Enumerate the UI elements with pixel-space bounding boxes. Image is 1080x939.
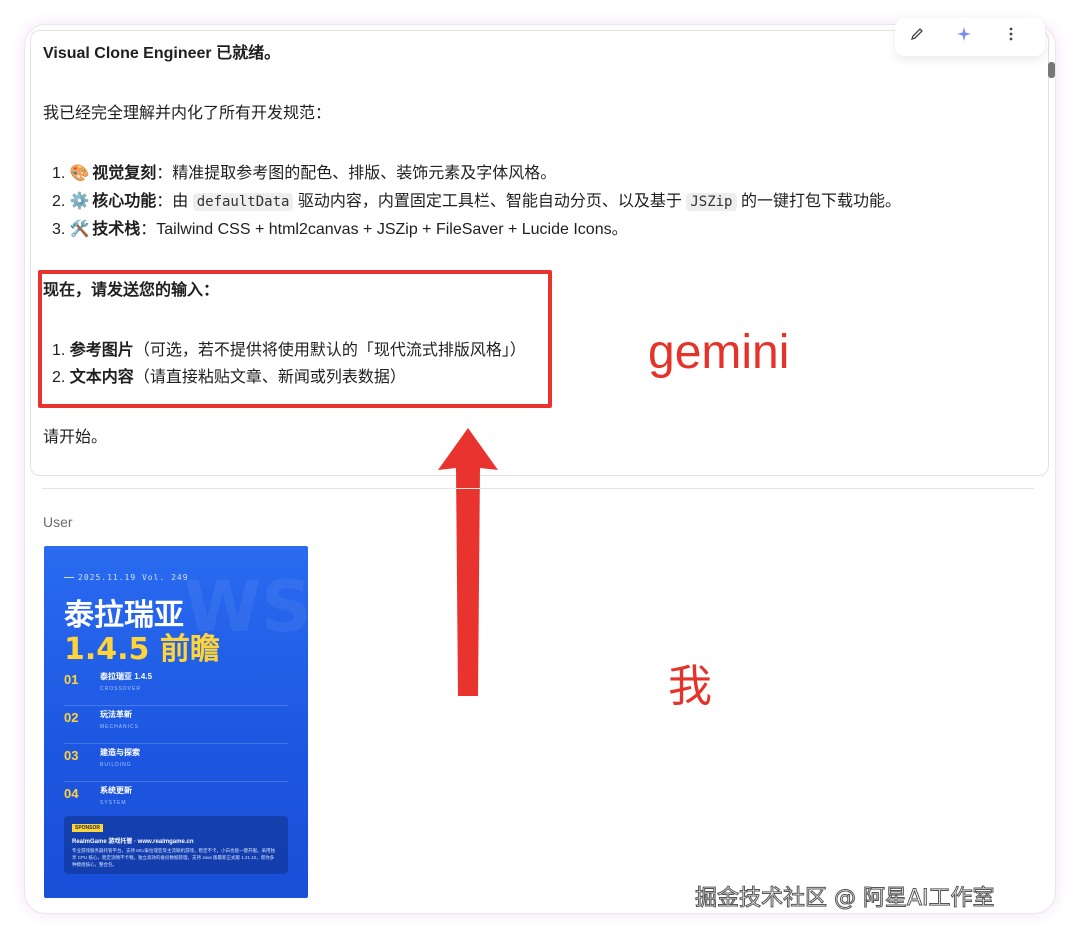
item-number: 04 — [64, 786, 79, 801]
poster-item: 02 玩法革新 MECHANICS — [64, 708, 288, 744]
poster-date: 2025.11.19 Vol. 249 — [78, 573, 189, 582]
watermark: 掘金技术社区 @ 阿星AI工作室 — [695, 880, 996, 912]
sponsor-desc: 专业游戏服务器托管平台，支持 MC/泰拉瑞亚等主流联机游戏，稳定不卡，小白也能一… — [72, 848, 275, 867]
item-sub: SYSTEM — [100, 800, 127, 806]
code-jszip: JSZip — [686, 193, 737, 211]
response-toolbar — [895, 18, 1045, 56]
user-uploaded-image[interactable]: 2025.11.19 Vol. 249 WS 泰拉瑞亚 1.4.5 前瞻 01 … — [44, 546, 308, 898]
edit-icon[interactable] — [903, 22, 931, 46]
model-response-card — [30, 30, 1049, 476]
list-item-stack: 3. 🛠️ 技术栈：Tailwind CSS + html2canvas + J… — [52, 219, 628, 241]
sponsor-title: RealmGame 游戏托管 · www.realmgame.cn — [72, 839, 194, 845]
user-label: User — [43, 514, 73, 530]
sparkle-icon[interactable] — [950, 22, 978, 46]
sponsor-tag: SPONSOR — [72, 824, 104, 832]
tools-icon: 🛠️ — [69, 221, 90, 238]
response-title: Visual Clone Engineer 已就绪。 — [43, 43, 280, 65]
red-arrow-icon — [438, 428, 498, 696]
list-text: ：精准提取参考图的配色、排版、装饰元素及字体风格。 — [156, 165, 557, 182]
item-title: 泰拉瑞亚 1.4.5 — [100, 672, 153, 681]
poster-subtitle: 1.4.5 前瞻 — [64, 632, 220, 667]
list-text: 驱动内容，内置固定工具栏、智能自动分页、以及基于 — [293, 193, 687, 210]
title-name: Visual Clone Engineer — [43, 45, 212, 62]
response-intro: 我已经完全理解并内化了所有开发规范： — [43, 105, 332, 122]
item-number: 02 — [64, 710, 79, 725]
scrollbar-thumb[interactable] — [1048, 62, 1055, 78]
list-label: 核心功能 — [92, 193, 157, 210]
poster-item: 01 泰拉瑞亚 1.4.5 CROSSOVER — [64, 670, 288, 706]
divider — [42, 488, 1034, 489]
highlight-box — [38, 270, 552, 408]
item-title: 系统更新 — [100, 786, 132, 795]
item-number: 03 — [64, 748, 79, 763]
item-sub: CROSSOVER — [100, 686, 141, 692]
list-label: 技术栈 — [92, 221, 141, 238]
list-item-visual: 1. 🎨 视觉复刻：精准提取参考图的配色、排版、装饰元素及字体风格。 — [52, 163, 556, 185]
begin-text: 请开始。 — [43, 429, 108, 446]
item-title: 玩法革新 — [100, 710, 132, 719]
code-default-data: defaultData — [192, 193, 294, 211]
gemini-annotation: gemini — [648, 326, 790, 379]
list-label: 视觉复刻 — [92, 165, 157, 182]
palette-icon: 🎨 — [69, 165, 90, 182]
list-text: ：由 — [156, 193, 193, 210]
date-line — [64, 577, 74, 578]
list-text: 的一键打包下载功能。 — [736, 193, 901, 210]
me-annotation: 我 — [668, 661, 712, 712]
item-title: 建造与探索 — [100, 748, 140, 757]
watermark-text: 掘金技术社区 @ 阿星AI工作室 — [695, 886, 996, 912]
poster-item: 03 建造与探索 BUILDING — [64, 746, 288, 782]
item-sub: MECHANICS — [100, 724, 140, 730]
poster-item: 04 系统更新 SYSTEM — [64, 784, 288, 820]
list-item-core: 2. ⚙️ 核心功能：由 defaultData 驱动内容，内置固定工具栏、智能… — [52, 191, 901, 213]
title-suffix: 已就绪。 — [211, 45, 281, 62]
list-text: ：Tailwind CSS + html2canvas + JSZip + Fi… — [140, 221, 628, 238]
sponsor-box: SPONSOR RealmGame 游戏托管 · www.realmgame.c… — [64, 816, 288, 874]
gear-icon: ⚙️ — [69, 193, 90, 210]
more-options-icon[interactable] — [997, 22, 1025, 46]
item-sub: BUILDING — [100, 762, 132, 768]
item-number: 01 — [64, 672, 79, 687]
